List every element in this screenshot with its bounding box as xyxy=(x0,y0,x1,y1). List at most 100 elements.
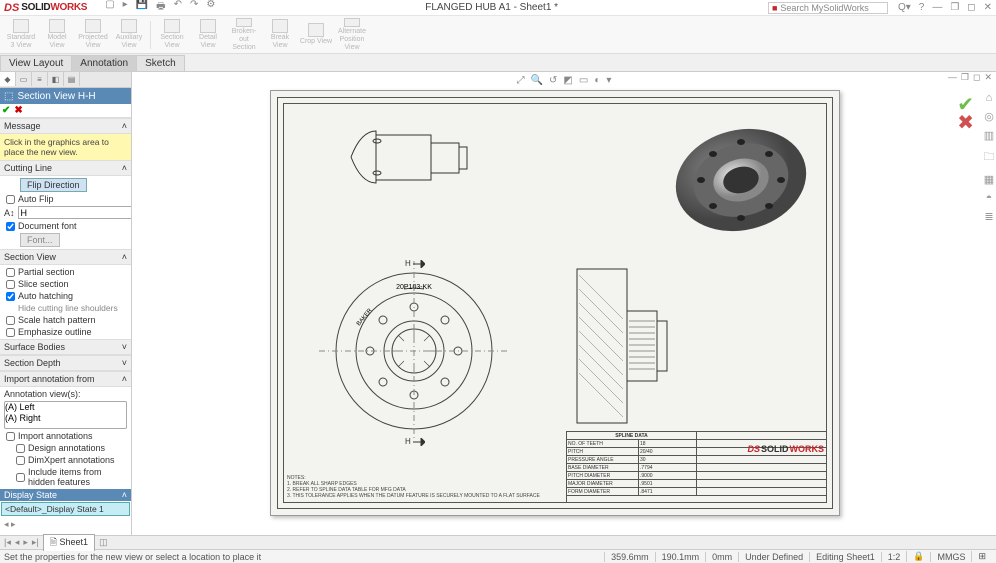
redo-icon[interactable]: ↷ xyxy=(190,0,198,16)
crop-view-button[interactable]: Crop View xyxy=(299,18,333,52)
auto-flip-check[interactable]: Auto Flip xyxy=(4,194,127,204)
design-annotations-check[interactable]: Design annotations xyxy=(4,443,127,453)
auxiliary-view-button[interactable]: Auxiliary View xyxy=(112,18,146,52)
document-title: FLANGED HUB A1 - Sheet1 * xyxy=(215,2,768,13)
dimxpert-tab-icon[interactable]: ◧ xyxy=(48,72,64,86)
file-explorer-icon[interactable]: 🗀 xyxy=(984,148,995,167)
display-state-header[interactable]: Display State˄ xyxy=(0,489,131,501)
projected-view-button[interactable]: Projected View xyxy=(76,18,110,52)
dimxpert-annotations-check[interactable]: DimXpert annotations xyxy=(4,455,127,465)
save-icon[interactable]: 💾 xyxy=(136,0,148,16)
main-area: ◆ ▭ ≡ ◧ ▤ ⬚ Section View H-H ✔ ✖ Message… xyxy=(0,72,996,535)
status-misc-icon[interactable]: ⊞ xyxy=(971,551,992,562)
new-icon[interactable]: ▢ xyxy=(105,0,114,16)
expand-icon: ˅ xyxy=(122,342,127,352)
minimize-icon[interactable]: — xyxy=(932,2,942,13)
custom-props-icon[interactable]: ≣ xyxy=(984,210,993,223)
maximize-icon[interactable]: ◻ xyxy=(967,2,975,13)
task-pane-tabs: ⌂ ◎ ▥ 🗀 ▦ ◓ ≣ xyxy=(982,92,996,223)
property-tab-icon[interactable]: ▭ xyxy=(16,72,32,86)
scale-hatch-check[interactable]: Scale hatch pattern xyxy=(4,315,127,325)
hide-show-icon[interactable]: ◐ xyxy=(594,75,600,86)
section-depth-header[interactable]: Section Depth˅ xyxy=(0,355,131,371)
titlebar: DS SOLIDWORKS ▢ ▸ 💾 🖶 ↶ ↷ ⚙ FLANGED HUB … xyxy=(0,0,996,16)
undo-icon[interactable]: ↶ xyxy=(174,0,182,16)
tab-sketch[interactable]: Sketch xyxy=(136,55,185,71)
zoom-fit-icon[interactable]: ⤢ xyxy=(517,75,525,86)
prev-view-icon[interactable]: ↺ xyxy=(549,75,557,86)
sheet-nav-last-icon[interactable]: ▸| xyxy=(32,537,39,548)
import-annotation-header[interactable]: Import annotation from˄ xyxy=(0,371,131,387)
side-view[interactable] xyxy=(331,117,491,197)
close-icon[interactable]: ✕ xyxy=(984,2,992,13)
zoom-area-icon[interactable]: 🔍 xyxy=(531,75,543,86)
design-library-icon[interactable]: ▥ xyxy=(984,129,994,142)
ds-logo-icon: DS xyxy=(4,2,19,14)
resources-icon[interactable]: ◎ xyxy=(984,110,994,123)
help-icon[interactable]: ? xyxy=(919,2,925,13)
section-label-input[interactable] xyxy=(18,206,132,219)
annotation-views-select[interactable]: (A) Left (A) Right xyxy=(4,401,127,429)
front-view[interactable]: 20P103-KK BAKER xyxy=(319,261,509,441)
options-icon[interactable]: ⚙ xyxy=(206,0,215,16)
config-tab-icon[interactable]: ≡ xyxy=(32,72,48,86)
include-hidden-check[interactable]: Include items from hidden features xyxy=(4,467,127,487)
section-view[interactable] xyxy=(569,261,689,431)
tab-annotation[interactable]: Annotation xyxy=(71,55,137,71)
feature-tree-tab-icon[interactable]: ◆ xyxy=(0,72,16,86)
auto-hatching-check[interactable]: Auto hatching xyxy=(4,291,127,301)
doc-max-icon[interactable]: ◻ xyxy=(973,72,980,83)
broken-out-section-button[interactable]: Broken-out Section xyxy=(227,18,261,52)
display-state-value[interactable]: <Default>_Display State 1 xyxy=(1,502,130,516)
emphasize-check[interactable]: Emphasize outline xyxy=(4,327,127,337)
import-annotations-check[interactable]: Import annotations xyxy=(4,431,127,441)
display-tab-icon[interactable]: ▤ xyxy=(64,72,80,86)
section-view-header[interactable]: Section View˄ xyxy=(0,249,131,265)
quick-access-toolbar: ▢ ▸ 💾 🖶 ↶ ↷ ⚙ xyxy=(105,0,215,16)
model-view-button[interactable]: Model View xyxy=(40,18,74,52)
surface-bodies-header[interactable]: Surface Bodies˅ xyxy=(0,339,131,355)
restore-icon[interactable]: ❐ xyxy=(950,2,959,13)
sheet-nav-next-icon[interactable]: ▸ xyxy=(23,537,28,548)
pm-confirm-row: ✔ ✖ xyxy=(0,104,131,118)
break-view-button[interactable]: Break View xyxy=(263,18,297,52)
doc-min-icon[interactable]: — xyxy=(948,72,957,83)
alternate-position-view-button[interactable]: Alternate Position View xyxy=(335,18,369,52)
sheet-nav-prev-icon[interactable]: ◂ xyxy=(15,537,20,548)
home-icon[interactable]: ⌂ xyxy=(986,92,993,104)
slice-section-check[interactable]: Slice section xyxy=(4,279,127,289)
drawing-sheet[interactable]: 20P103-KK BAKER H H xyxy=(270,90,840,516)
document-font-check[interactable]: Document font xyxy=(4,221,127,231)
cancel-icon[interactable]: ✖ xyxy=(14,105,22,116)
help-dropdown-icon[interactable]: Q▾ xyxy=(898,2,911,13)
graphics-area[interactable]: ⤢ 🔍 ↺ ◩ ▭ ◐ ▾ — ❐ ◻ ✕ ✔ ✖ ⌂ ◎ ▥ 🗀 ▦ ◓ ≣ xyxy=(132,72,996,535)
command-ribbon: Standard 3 View Model View Projected Vie… xyxy=(0,16,996,54)
cutting-line-header[interactable]: Cutting Line˄ xyxy=(0,160,131,176)
display-style-icon[interactable]: ▭ xyxy=(579,75,588,86)
font-button[interactable]: Font... xyxy=(20,233,60,247)
open-icon[interactable]: ▸ xyxy=(123,0,128,16)
add-sheet-icon[interactable]: ◫ xyxy=(99,537,108,548)
ok-icon[interactable]: ✔ xyxy=(2,105,10,116)
view-palette-icon[interactable]: ▦ xyxy=(984,173,994,186)
detail-view-button[interactable]: Detail View xyxy=(191,18,225,52)
sheet-nav-first-icon[interactable]: |◂ xyxy=(4,537,11,548)
appearances-icon[interactable]: ◓ xyxy=(986,192,993,204)
print-icon[interactable]: 🖶 xyxy=(156,0,165,16)
sheet-tab-sheet1[interactable]: 🗎 Sheet1 xyxy=(43,534,95,551)
doc-restore-icon[interactable]: ❐ xyxy=(961,72,969,83)
standard-3view-button[interactable]: Standard 3 View xyxy=(4,18,38,52)
flip-direction-button[interactable]: Flip Direction xyxy=(20,178,87,192)
section-icon[interactable]: ◩ xyxy=(563,75,572,86)
confirm-cancel-icon[interactable]: ✖ xyxy=(957,110,974,135)
tab-view-layout[interactable]: View Layout xyxy=(0,55,72,71)
more-icon[interactable]: ▾ xyxy=(606,75,611,86)
section-view-button[interactable]: Section View xyxy=(155,18,189,52)
message-header[interactable]: Message˄ xyxy=(0,118,131,134)
partial-section-check[interactable]: Partial section xyxy=(4,267,127,277)
search-mysolidworks[interactable]: ■ Search MySolidWorks xyxy=(768,2,888,14)
app-logo: DS SOLIDWORKS xyxy=(4,2,87,14)
doc-close-icon[interactable]: ✕ xyxy=(984,72,992,83)
status-units[interactable]: MMGS xyxy=(930,552,971,562)
status-lock-icon[interactable]: 🔒 xyxy=(906,551,930,562)
